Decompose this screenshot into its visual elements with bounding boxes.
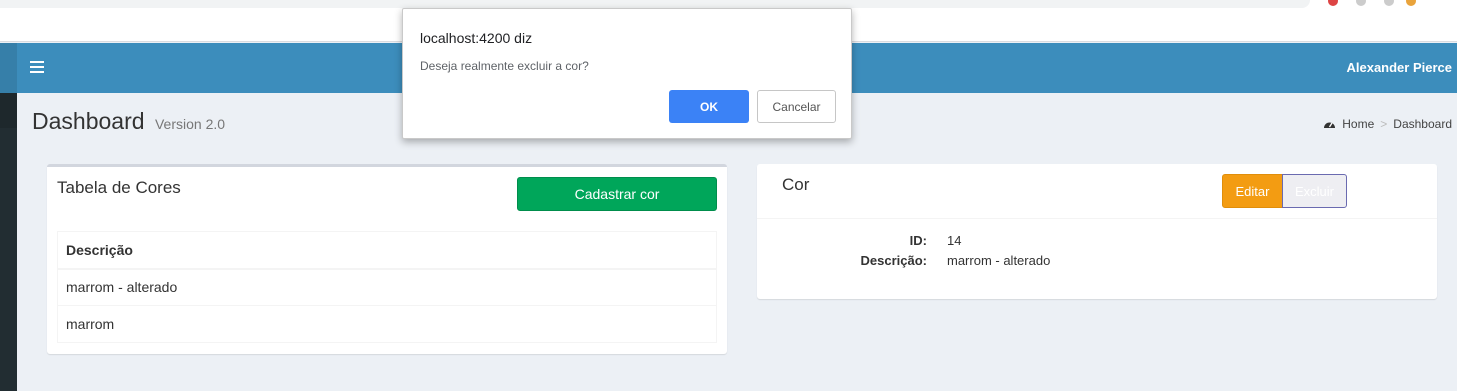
colors-table-box: Tabela de Cores Cadastrar cor Descrição … [47, 164, 727, 354]
delete-button[interactable]: Excluir [1282, 174, 1347, 208]
table-row[interactable]: marrom [57, 305, 717, 343]
breadcrumb-current: Dashboard [1393, 117, 1452, 131]
detail-label: ID: [909, 232, 927, 248]
breadcrumb: Home > Dashboard [1323, 117, 1452, 131]
hamburger-menu-icon[interactable] [30, 61, 44, 75]
color-detail-box: Cor Editar Excluir ID: 14 Descrição: mar… [757, 164, 1437, 299]
breadcrumb-separator: > [1380, 117, 1388, 131]
detail-list: ID: 14 Descrição: marrom - alterado [757, 230, 1437, 270]
page-title: Dashboard [32, 108, 145, 134]
add-color-button[interactable]: Cadastrar cor [517, 177, 717, 211]
extension-icon[interactable] [1384, 0, 1394, 6]
detail-label: Descrição: [860, 252, 927, 268]
table-row[interactable]: marrom - alterado [57, 268, 717, 306]
content-header: Dashboard Version 2.0 [32, 108, 225, 135]
ok-button[interactable]: OK [669, 90, 749, 123]
detail-value: marrom - alterado [947, 252, 1051, 268]
extension-icon[interactable] [1356, 0, 1366, 6]
page-subtitle: Version 2.0 [154, 116, 226, 132]
table-header-row: Descrição [57, 231, 717, 270]
cancel-button[interactable]: Cancelar [757, 90, 836, 123]
sidebar [0, 93, 17, 391]
table-cell[interactable]: marrom [57, 305, 717, 343]
table-cell[interactable]: marrom - alterado [57, 268, 717, 306]
breadcrumb-home[interactable]: Home [1342, 117, 1374, 131]
dialog-message: Deseja realmente excluir a cor? [420, 59, 589, 73]
address-bar[interactable] [0, 0, 1310, 8]
column-header-description: Descrição [57, 231, 717, 270]
box-title: Cor [782, 175, 810, 194]
extension-icon[interactable] [1328, 0, 1338, 6]
detail-row: Descrição: marrom - alterado [757, 250, 1437, 270]
box-title: Tabela de Cores [57, 178, 181, 197]
sidebar-item[interactable] [0, 93, 17, 128]
logo-area[interactable] [0, 43, 17, 93]
user-menu[interactable]: Alexander Pierce [1346, 60, 1452, 75]
detail-value: 14 [947, 232, 962, 248]
confirm-dialog: localhost:4200 diz Deseja realmente excl… [402, 8, 852, 139]
dialog-origin: localhost:4200 diz [420, 30, 533, 46]
extension-icon[interactable] [1406, 0, 1416, 6]
divider [757, 218, 1437, 219]
colors-table: Descrição marrom - alterado marrom [57, 231, 717, 343]
dashboard-icon [1324, 122, 1336, 128]
edit-button[interactable]: Editar [1222, 174, 1283, 208]
detail-row: ID: 14 [757, 230, 1437, 250]
